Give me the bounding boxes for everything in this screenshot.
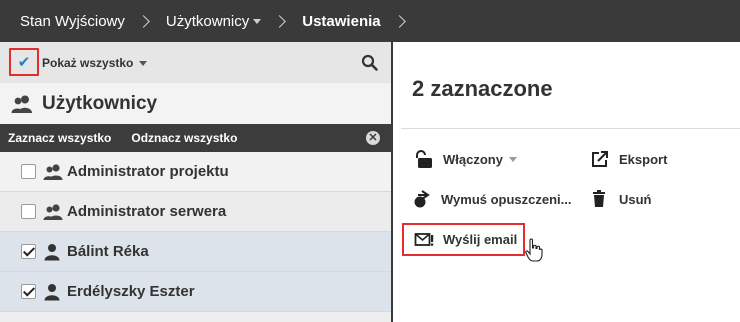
- row-checkbox[interactable]: [21, 164, 36, 179]
- users-icon: [11, 95, 32, 113]
- breadcrumb-label: Ustawienia: [302, 12, 381, 30]
- user-name: Administrator projektu: [67, 163, 229, 180]
- email-icon: [414, 232, 434, 246]
- list-item[interactable]: Administrator serwera: [0, 192, 391, 232]
- unlock-icon: [416, 150, 432, 168]
- breadcrumb-item-home[interactable]: Stan Wyjściowy: [0, 0, 125, 42]
- user-list: Administrator projektu Administrator ser…: [0, 152, 391, 312]
- group-icon: [43, 203, 63, 220]
- user-name: Erdélyszky Eszter: [67, 283, 195, 300]
- row-checkbox[interactable]: [21, 244, 36, 259]
- deselect-all-link[interactable]: Odznacz wszystko: [131, 131, 237, 145]
- breadcrumb: Stan Wyjściowy Użytkownicy Ustawienia: [0, 0, 740, 42]
- users-panel: ✔ Pokaż wszystko Użytkownicy Zaznacz wsz…: [0, 42, 391, 322]
- group-icon: [43, 163, 63, 180]
- checkmark-icon: ✔: [17, 54, 31, 71]
- divider: [401, 128, 740, 129]
- breadcrumb-item-settings[interactable]: Ustawienia: [302, 0, 380, 42]
- chevron-right-icon: [392, 14, 406, 28]
- selection-count-title: 2 zaznaczone: [412, 76, 553, 101]
- selection-details-panel: 2 zaznaczone Włączony Eksport Wymuś opus…: [393, 42, 740, 322]
- filter-bar: ✔ Pokaż wszystko: [0, 42, 391, 83]
- users-title: Użytkownicy: [42, 92, 158, 114]
- logout-icon: [414, 190, 430, 208]
- user-icon: [44, 243, 60, 260]
- chevron-right-icon: [273, 14, 287, 28]
- user-icon: [44, 283, 60, 300]
- send-email-label: Wyślij email: [443, 232, 518, 247]
- show-all-label: Pokaż wszystko: [42, 56, 134, 70]
- breadcrumb-item-users[interactable]: Użytkownicy: [165, 0, 262, 42]
- enabled-label: Włączony: [443, 151, 503, 167]
- trash-icon: [593, 190, 605, 207]
- breadcrumb-label: Użytkownicy: [165, 12, 250, 30]
- caret-down-icon: [508, 156, 517, 162]
- delete-label: Usuń: [619, 191, 652, 207]
- row-checkbox[interactable]: [21, 284, 36, 299]
- users-header: Użytkownicy: [0, 83, 391, 124]
- list-item[interactable]: Administrator projektu: [0, 152, 391, 192]
- user-name: Bálint Réka: [67, 243, 149, 260]
- close-icon[interactable]: ✕: [366, 131, 380, 145]
- list-item[interactable]: Erdélyszky Eszter: [0, 272, 391, 312]
- export-button[interactable]: Eksport: [590, 149, 667, 169]
- breadcrumb-label: Stan Wyjściowy: [20, 12, 125, 30]
- caret-down-icon: [139, 60, 148, 66]
- search-icon[interactable]: [361, 54, 379, 72]
- row-checkbox[interactable]: [21, 204, 36, 219]
- show-all-dropdown[interactable]: Pokaż wszystko: [42, 56, 148, 70]
- select-toggle-button[interactable]: ✔: [9, 48, 39, 76]
- list-item[interactable]: Bálint Réka: [0, 232, 391, 272]
- send-email-button[interactable]: Wyślij email: [402, 223, 525, 256]
- force-logout-label: Wymuś opuszczeni...: [441, 191, 572, 207]
- export-label: Eksport: [619, 151, 668, 167]
- user-name: Administrator serwera: [67, 203, 227, 220]
- chevron-right-icon: [137, 14, 150, 28]
- delete-button[interactable]: Usuń: [590, 189, 652, 209]
- enabled-dropdown[interactable]: Włączony: [414, 149, 517, 169]
- force-logout-button[interactable]: Wymuś opuszczeni...: [412, 189, 572, 209]
- export-icon: [592, 151, 608, 167]
- caret-down-icon: [253, 18, 262, 24]
- select-all-link[interactable]: Zaznacz wszystko: [8, 131, 111, 145]
- selection-bar: Zaznacz wszystko Odznacz wszystko ✕: [0, 124, 391, 152]
